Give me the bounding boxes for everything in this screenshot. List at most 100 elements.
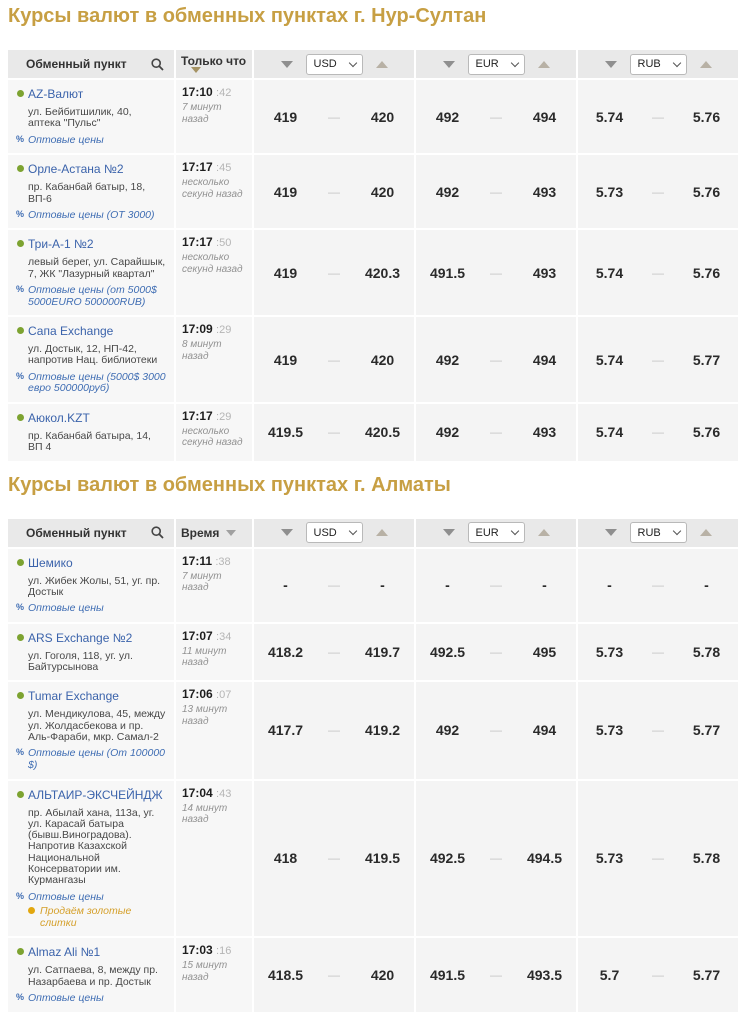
time-cell: 17:17 :29 несколько секунд назад bbox=[176, 404, 252, 461]
sort-desc-icon[interactable] bbox=[605, 61, 617, 68]
currency-select-value: EUR bbox=[476, 527, 499, 539]
time-cell: 17:04 :43 14 минут назад bbox=[176, 781, 252, 937]
currency-select[interactable]: USD bbox=[306, 522, 363, 543]
currency-select-value: RUB bbox=[638, 58, 661, 70]
wholesale-note[interactable]: %Оптовые цены (От 100000 $) bbox=[28, 748, 166, 771]
time-cell: 17:17 :45 несколько секунд назад bbox=[176, 155, 252, 228]
eur-buy-rate: 492.5 bbox=[416, 644, 479, 660]
usd-rate-cell: 418.5 — 420 bbox=[254, 938, 414, 1011]
open-status-dot-icon bbox=[17, 327, 24, 334]
sort-desc-icon[interactable] bbox=[443, 529, 455, 536]
wholesale-note-text: Оптовые цены bbox=[28, 891, 104, 903]
currency-select[interactable]: EUR bbox=[468, 522, 525, 543]
currency-select[interactable]: EUR bbox=[468, 54, 525, 75]
update-time: 17:09 :29 bbox=[182, 322, 248, 336]
percent-icon: % bbox=[16, 135, 24, 145]
office-link[interactable]: Шемико bbox=[28, 556, 73, 570]
rate-separator: — bbox=[479, 578, 513, 592]
sort-desc-icon[interactable] bbox=[226, 530, 236, 536]
city-rates-section: Курсы валют в обменных пунктах г. Нур-Су… bbox=[0, 5, 740, 461]
usd-buy-rate: - bbox=[254, 577, 317, 593]
wholesale-note[interactable]: %Оптовые цены (от 5000$ 5000EURO 500000R… bbox=[28, 285, 166, 308]
currency-select[interactable]: RUB bbox=[630, 522, 687, 543]
table-row: Орле-Астана №2 пр. Кабанбай батыр, 18, В… bbox=[8, 155, 738, 228]
table-row: Tumar Exchange ул. Мендикулова, 45, межд… bbox=[8, 682, 738, 778]
table-row: Шемико ул. Жибек Жолы, 51, уг. пр. Досты… bbox=[8, 549, 738, 622]
office-link[interactable]: ARS Exchange №2 bbox=[28, 631, 132, 645]
update-time-value: 17:09 bbox=[182, 322, 213, 336]
rate-separator: — bbox=[317, 425, 351, 439]
update-time: 17:10 :42 bbox=[182, 85, 248, 99]
rub-rate-cell: 5.73 — 5.78 bbox=[578, 624, 738, 681]
sort-asc-icon[interactable] bbox=[700, 61, 712, 68]
open-status-dot-icon bbox=[17, 791, 24, 798]
currency-select-value: USD bbox=[314, 527, 337, 539]
eur-sell-rate: 493.5 bbox=[513, 967, 576, 983]
sort-desc-icon[interactable] bbox=[605, 529, 617, 536]
sort-desc-icon[interactable] bbox=[281, 529, 293, 536]
rate-separator: — bbox=[641, 645, 675, 659]
currency-select[interactable]: RUB bbox=[630, 54, 687, 75]
sort-asc-icon[interactable] bbox=[376, 61, 388, 68]
eur-sell-rate: 493 bbox=[513, 184, 576, 200]
office-link[interactable]: Аюкол.KZT bbox=[28, 411, 90, 425]
usd-rate-cell: - — - bbox=[254, 549, 414, 622]
office-link[interactable]: Орле-Астана №2 bbox=[28, 162, 124, 176]
table-body: Шемико ул. Жибек Жолы, 51, уг. пр. Досты… bbox=[8, 549, 738, 1012]
sort-asc-icon[interactable] bbox=[538, 61, 550, 68]
eur-sell-rate: 494.5 bbox=[513, 850, 576, 866]
rub-rate-cell: 5.73 — 5.78 bbox=[578, 781, 738, 937]
eur-sell-rate: - bbox=[513, 577, 576, 593]
rub-rate-cell: 5.73 — 5.77 bbox=[578, 682, 738, 778]
rub-sell-rate: 5.78 bbox=[675, 850, 738, 866]
office-link[interactable]: Три-А-1 №2 bbox=[28, 237, 94, 251]
office-link[interactable]: Tumar Exchange bbox=[28, 689, 119, 703]
usd-rate-cell: 419 — 420 bbox=[254, 155, 414, 228]
office-link[interactable]: АЛЬТАИР-ЭКСЧЕЙНДЖ bbox=[28, 788, 163, 802]
time-cell: 17:09 :29 8 минут назад bbox=[176, 317, 252, 402]
search-icon[interactable] bbox=[151, 526, 164, 539]
rub-buy-rate: 5.7 bbox=[578, 967, 641, 983]
office-link[interactable]: Сапа Exchange bbox=[28, 324, 113, 338]
office-header-label: Обменный пункт bbox=[26, 57, 127, 71]
office-link[interactable]: AZ-Валют bbox=[28, 87, 83, 101]
wholesale-note[interactable]: %Оптовые цены bbox=[28, 135, 166, 147]
usd-sell-rate: 420.3 bbox=[351, 265, 414, 281]
usd-rate-cell: 419.5 — 420.5 bbox=[254, 404, 414, 461]
time-ago-label: 15 минут назад bbox=[182, 960, 248, 983]
office-address: пр. Абылай хана, 113а, уг. ул. Карасай б… bbox=[28, 808, 166, 887]
wholesale-note-text: Оптовые цены (От 100000 $) bbox=[28, 747, 165, 771]
sort-asc-icon[interactable] bbox=[376, 529, 388, 536]
eur-buy-rate: 492 bbox=[416, 424, 479, 440]
wholesale-note[interactable]: %Оптовые цены bbox=[28, 892, 166, 904]
currency-select-value: EUR bbox=[476, 58, 499, 70]
update-time-seconds: :29 bbox=[216, 411, 231, 423]
gold-dot-icon bbox=[28, 907, 35, 914]
sort-desc-icon[interactable] bbox=[191, 67, 201, 73]
time-ago-label: 8 минут назад bbox=[182, 339, 248, 362]
sort-asc-icon[interactable] bbox=[700, 529, 712, 536]
rub-buy-rate: 5.74 bbox=[578, 352, 641, 368]
currency-select[interactable]: USD bbox=[306, 54, 363, 75]
sort-desc-icon[interactable] bbox=[281, 61, 293, 68]
wholesale-note[interactable]: %Оптовые цены (5000$ 3000 евро 500000руб… bbox=[28, 372, 166, 395]
eur-sell-rate: 495 bbox=[513, 644, 576, 660]
eur-buy-rate: 492 bbox=[416, 184, 479, 200]
percent-icon: % bbox=[16, 210, 24, 220]
search-icon[interactable] bbox=[151, 58, 164, 71]
rates-table: Обменный пункт Время USD bbox=[8, 519, 738, 1012]
currency-column-header: EUR bbox=[416, 50, 576, 78]
wholesale-note[interactable]: %Оптовые цены (ОТ 3000) bbox=[28, 210, 166, 222]
usd-buy-rate: 418 bbox=[254, 850, 317, 866]
wholesale-note-text: Оптовые цены bbox=[28, 992, 104, 1004]
open-status-dot-icon bbox=[17, 634, 24, 641]
rub-buy-rate: 5.74 bbox=[578, 109, 641, 125]
wholesale-note[interactable]: %Оптовые цены bbox=[28, 993, 166, 1005]
sort-desc-icon[interactable] bbox=[443, 61, 455, 68]
sort-asc-icon[interactable] bbox=[538, 529, 550, 536]
office-address: пр. Кабанбай батыра, 14, ВП 4 bbox=[28, 431, 166, 454]
currency-column-header: EUR bbox=[416, 519, 576, 547]
currency-column-header: RUB bbox=[578, 50, 738, 78]
office-link[interactable]: Almaz Ali №1 bbox=[28, 945, 100, 959]
wholesale-note[interactable]: %Оптовые цены bbox=[28, 603, 166, 615]
